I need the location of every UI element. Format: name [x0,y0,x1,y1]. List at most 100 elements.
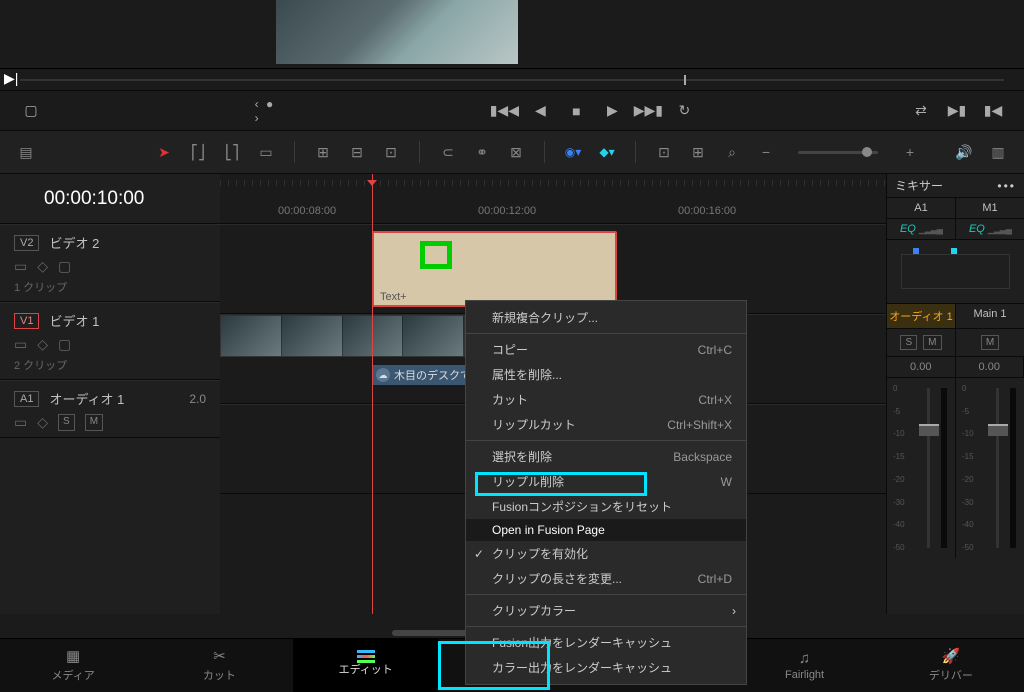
jump-next-icon[interactable]: ▶▮ [944,98,970,124]
mixer-ch-m1[interactable]: M1 [956,198,1024,219]
zoom-fit-icon[interactable]: ⊡ [654,142,674,162]
nav-media[interactable]: ▦メディア [0,639,146,692]
ctx-reset-fusion[interactable]: Fusionコンポジションをリセット [466,494,746,519]
ctx-ripple-del[interactable]: リップル削除W [466,469,746,494]
play-button[interactable]: ▶ [599,98,625,124]
annotation-green-box [420,241,452,269]
dynamic-trim-icon[interactable]: ⎣⎤ [222,142,242,162]
prev-clip-button[interactable]: ▮◀◀ [491,98,517,124]
timeline-ruler[interactable]: 00:00:08:00 00:00:12:00 00:00:16:00 [220,174,886,224]
channel-label-main1: Main 1 [956,304,1024,329]
nav-dots[interactable]: ‹ ● › [255,98,281,124]
ctx-copy[interactable]: コピーCtrl+C [466,337,746,362]
viewer-scrubber[interactable] [0,68,1024,90]
nav-cut[interactable]: ✂カット [146,639,292,692]
track-header-v2[interactable]: V2 ビデオ 2 ▭ ◇ ▢ 1 クリップ [0,224,220,302]
ctx-open-fusion[interactable]: Open in Fusion Page [466,519,746,541]
zoom-in-icon[interactable]: + [900,142,920,162]
solo-badge[interactable]: S [58,414,75,431]
track-name-a1: オーディオ 1 [49,389,124,408]
selection-tool-icon[interactable]: ➤ [154,142,174,162]
ctx-change-length[interactable]: クリップの長さを変更...Ctrl+D [466,566,746,591]
ctx-cut[interactable]: カットCtrl+X [466,387,746,412]
replace-icon[interactable]: ⊡ [381,142,401,162]
clip-context-menu[interactable]: 新規複合クリップ... コピーCtrl+C 属性を削除... カットCtrl+X… [465,300,747,685]
solo-button[interactable]: S [900,335,917,350]
transport-bar: ‹ ● › ▮◀◀ ◀ ■ ▶ ▶▶▮ ↻ ⇄ ▶▮ ▮◀ [0,90,1024,130]
track-tag-v1[interactable]: V1 [14,313,39,329]
nav-deliver[interactable]: 🚀デリバー [878,639,1024,692]
flag-blue-icon[interactable]: ◉▾ [563,142,583,162]
zoom-custom-icon[interactable]: ⌕ [722,142,742,162]
zoom-slider[interactable] [798,151,878,154]
pan-display[interactable] [887,240,1024,304]
mixer-ch-a1[interactable]: A1 [887,198,956,219]
video-clip[interactable] [220,315,465,357]
track-header-a1[interactable]: A1 オーディオ 1 2.0 ▭ ◇ S M [0,380,220,438]
auto-select-icon[interactable]: ◇ [37,414,48,431]
text-clip[interactable]: Text+ [372,231,617,307]
nav-fairlight[interactable]: ♫Fairlight [731,639,877,692]
deliver-icon: 🚀 [941,648,961,664]
match-frame-icon[interactable]: ⇄ [908,98,934,124]
viewer-thumbnail[interactable] [276,0,518,64]
snap-icon[interactable]: ⊂ [438,142,458,162]
track-count-v1: 2 クリップ [14,357,206,373]
link-icon[interactable]: ⚭ [472,142,492,162]
timeline-view-icon[interactable]: ▤ [16,142,36,162]
media-icon: ▦ [63,648,83,664]
mute-badge[interactable]: M [85,414,103,431]
lock-icon[interactable]: ⊠ [506,142,526,162]
nav-edit[interactable]: エディット [293,639,439,692]
mixer-title: ミキサー [895,177,943,194]
blade-tool-icon[interactable]: ▭ [256,142,276,162]
track-tag-a1[interactable]: A1 [14,391,39,407]
ctx-clip-color[interactable]: クリップカラー [466,598,746,623]
visible-icon[interactable]: ▢ [58,258,71,275]
zoom-out-icon[interactable]: − [756,142,776,162]
lock-icon[interactable]: ▭ [14,258,27,275]
zoom-detail-icon[interactable]: ⊞ [688,142,708,162]
ctx-enable-clip[interactable]: クリップを有効化 [466,541,746,566]
mute-button-main[interactable]: M [981,335,999,350]
clip-label: Text+ [378,291,409,303]
timecode-display: 00:00:10:00 [0,174,220,224]
mixer-toggle-icon[interactable]: ▥ [988,142,1008,162]
insert-icon[interactable]: ⊞ [313,142,333,162]
lock-icon[interactable]: ▭ [14,414,27,431]
ctx-fusion-render[interactable]: Fusion出力をレンダーキャッシュ [466,630,746,655]
ctx-new-compound[interactable]: 新規複合クリップ... [466,305,746,330]
mute-button[interactable]: M [923,335,941,350]
trim-tool-icon[interactable]: ⎡⎦ [188,142,208,162]
channel-label-audio1: オーディオ 1 [887,304,956,329]
stop-button[interactable]: ■ [563,98,589,124]
visible-icon[interactable]: ▢ [58,336,71,353]
fader-a1[interactable]: 0-5-10-15-20-30-40-50 [887,378,956,558]
marker-cyan-icon[interactable]: ◆▾ [597,142,617,162]
ctx-del-sel[interactable]: 選択を削除Backspace [466,444,746,469]
ctx-color-render[interactable]: カラー出力をレンダーキャッシュ [466,655,746,680]
track-tag-v2[interactable]: V2 [14,235,39,251]
mixer-menu-icon[interactable]: ••• [997,179,1016,193]
jump-prev-icon[interactable]: ▮◀ [980,98,1006,124]
step-back-button[interactable]: ◀ [527,98,553,124]
lock-icon[interactable]: ▭ [14,336,27,353]
fairlight-icon: ♫ [795,650,815,666]
loop-button[interactable]: ↻ [671,98,697,124]
playhead[interactable] [372,174,373,614]
cut-icon: ✂ [209,648,229,664]
track-count-v2: 1 クリップ [14,279,206,295]
auto-select-icon[interactable]: ◇ [37,258,48,275]
track-header-v1[interactable]: V1 ビデオ 1 ▭ ◇ ▢ 2 クリップ [0,302,220,380]
edit-icon [357,655,375,658]
cloud-icon: ☁ [376,368,390,382]
volume-icon[interactable]: 🔊 [954,142,974,162]
track-channels-a1: 2.0 [189,392,206,406]
ctx-del-attr[interactable]: 属性を削除... [466,362,746,387]
next-clip-button[interactable]: ▶▶▮ [635,98,661,124]
overwrite-icon[interactable]: ⊟ [347,142,367,162]
crop-icon[interactable] [18,98,44,124]
auto-select-icon[interactable]: ◇ [37,336,48,353]
ctx-ripple-cut[interactable]: リップルカットCtrl+Shift+X [466,412,746,437]
fader-m1[interactable]: 0-5-10-15-20-30-40-50 [956,378,1024,558]
